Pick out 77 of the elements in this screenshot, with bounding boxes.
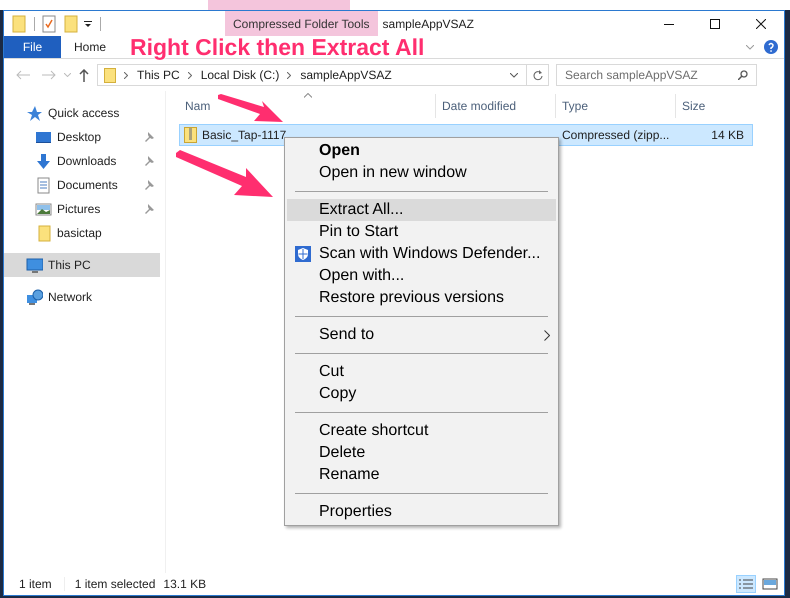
details-view-icon <box>738 578 754 590</box>
breadcrumb[interactable]: sampleAppVSAZ <box>300 66 392 84</box>
column-header[interactable]: Size <box>676 94 756 118</box>
chevron-down-icon <box>64 73 71 77</box>
menu-item[interactable]: Open with... <box>287 265 556 287</box>
menu-item[interactable]: Extract All... <box>287 199 556 221</box>
column-header[interactable]: Date modified <box>436 94 556 118</box>
nav-item[interactable]: Documents <box>4 173 160 197</box>
folder-icon <box>104 68 116 82</box>
nav-item[interactable]: Network <box>4 285 160 309</box>
annotation-text: Right Click then Extract All <box>130 33 424 62</box>
column-header[interactable]: Type <box>556 94 676 118</box>
arrow <box>218 94 284 124</box>
network-icon <box>26 288 43 306</box>
folder-icon <box>12 14 26 32</box>
computer-icon <box>26 256 43 274</box>
context-tab[interactable]: Compressed Folder Tools <box>225 11 378 36</box>
forward-arrow-icon <box>42 70 56 80</box>
menu-item[interactable]: Pin to Start <box>287 221 556 243</box>
up-arrow-icon <box>79 68 89 82</box>
nav-item[interactable]: Pictures <box>4 197 160 221</box>
chevron-down-icon <box>510 72 518 78</box>
ribbon-tab[interactable]: File <box>4 36 61 58</box>
chevron-right-icon <box>124 72 128 78</box>
pin-icon <box>145 156 154 166</box>
window-title: sampleAppVSAZ <box>382 16 474 32</box>
folder-icon <box>64 14 78 32</box>
picture-icon <box>35 200 52 218</box>
nav-item[interactable]: basictap <box>4 221 160 245</box>
menu-item[interactable]: Copy <box>287 383 556 405</box>
file-type: Compressed (zipp... <box>562 128 670 142</box>
menu-item[interactable]: Send to <box>287 324 556 346</box>
file-name: Basic_Tap-1117 <box>202 127 286 144</box>
pin-icon <box>145 180 154 190</box>
dropdown-icon <box>84 20 92 28</box>
nav-item[interactable]: Downloads <box>4 149 160 173</box>
menu-item[interactable]: Create shortcut <box>287 420 556 442</box>
download-arrow-icon <box>35 152 52 170</box>
thumbnail-view-icon <box>762 578 778 590</box>
menu-item[interactable]: Open in new window <box>287 162 556 184</box>
star-icon <box>26 104 43 122</box>
item-count: 1 item <box>19 576 52 593</box>
help-icon <box>764 40 778 54</box>
properties-icon <box>42 14 56 32</box>
menu-item[interactable]: Properties <box>287 501 556 523</box>
address-bar[interactable]: This PC Local Disk (C:) sampleAppVSAZ <box>97 64 549 86</box>
nav-item[interactable]: Desktop <box>4 125 160 149</box>
sort-up-icon <box>304 93 312 98</box>
nav-item[interactable]: Quick access <box>4 101 160 125</box>
pin-icon <box>145 132 154 142</box>
search-field[interactable]: Search sampleAppVSAZ <box>556 64 757 86</box>
breadcrumb[interactable]: Local Disk (C:) <box>200 66 280 84</box>
close-icon <box>756 18 766 28</box>
selection-size: 13.1 KB <box>163 576 206 593</box>
menu-item[interactable]: Scan with Windows Defender... <box>287 243 556 265</box>
search-icon <box>738 70 748 80</box>
chevron-right-icon <box>188 72 192 78</box>
chevron-right-icon <box>544 330 550 340</box>
pin-icon <box>145 204 154 214</box>
document-icon <box>35 176 52 194</box>
chevron-right-icon <box>287 72 292 78</box>
breadcrumb[interactable]: This PC <box>137 66 180 84</box>
shield-icon <box>295 246 311 262</box>
back-arrow-icon <box>16 70 30 80</box>
ribbon-tab[interactable]: Home <box>61 36 120 58</box>
maximize-icon <box>710 18 720 28</box>
menu-item[interactable]: Delete <box>287 442 556 464</box>
file-size: 14 KB <box>711 128 744 142</box>
zip-folder-icon <box>184 127 197 143</box>
view-button[interactable] <box>736 575 756 593</box>
refresh-icon <box>532 70 542 80</box>
selection-info: 1 item selected <box>74 576 156 593</box>
menu-item[interactable]: Cut <box>287 361 556 383</box>
menu-item[interactable]: Restore previous versions <box>287 287 556 309</box>
menu-item[interactable]: Rename <box>287 464 556 486</box>
chevron-down-icon <box>746 44 754 50</box>
nav-item[interactable]: This PC <box>4 253 160 277</box>
